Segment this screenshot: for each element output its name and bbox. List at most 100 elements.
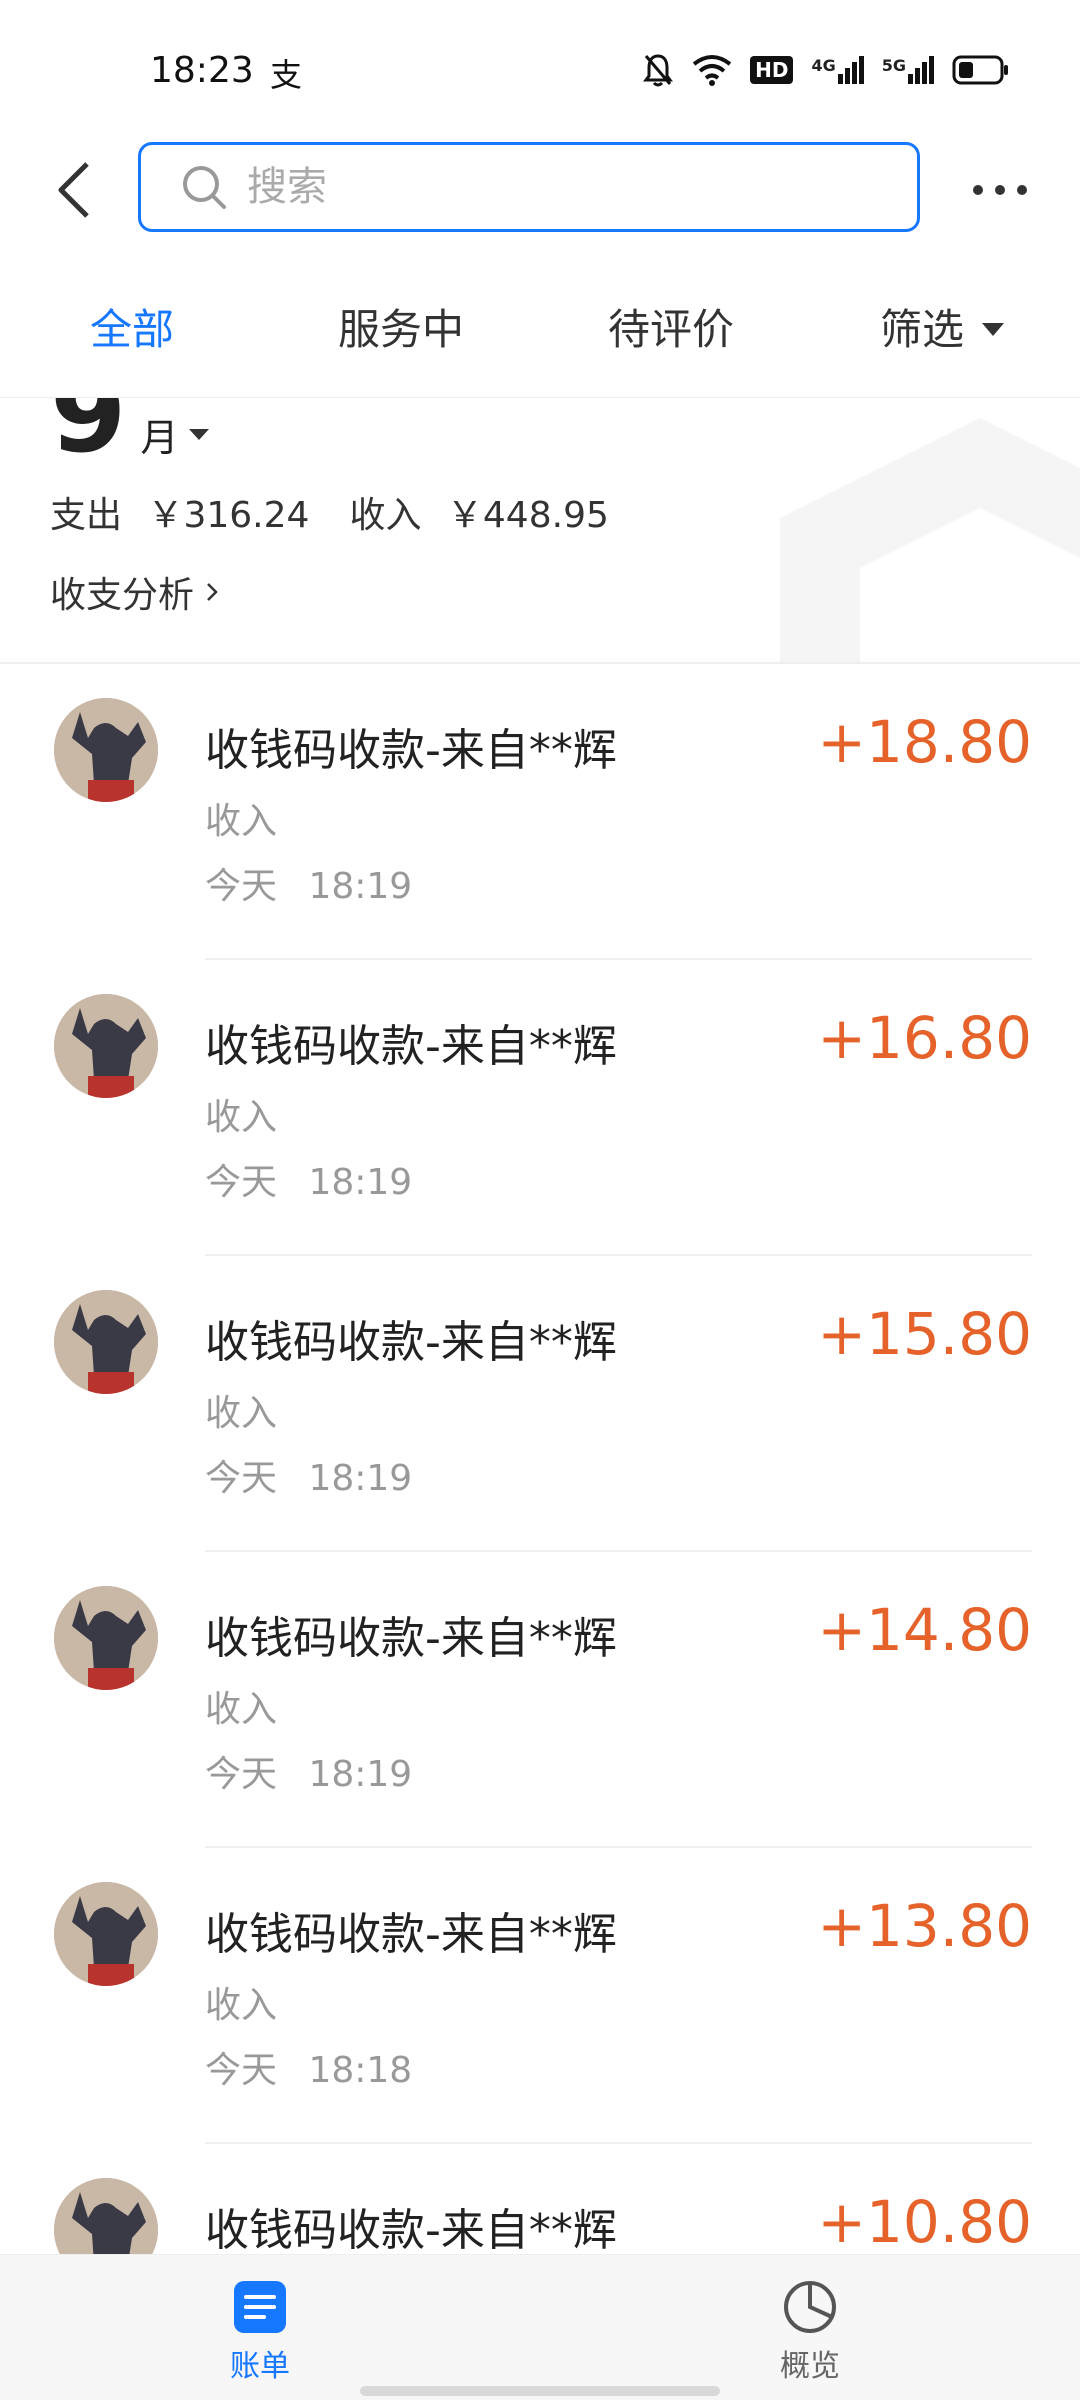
filter-tabs: 全部 服务中 待评价 筛选 xyxy=(0,280,1080,380)
transaction-item[interactable]: 收钱码收款-来自**辉 收入 今天 18:19 +18.80 xyxy=(0,664,1080,960)
bottom-nav: 账单 概览 xyxy=(0,2254,1080,2400)
person-silhouette-icon xyxy=(54,1290,158,1394)
payer-avatar xyxy=(54,2178,158,2254)
transaction-amount: +18.80 xyxy=(817,708,1032,776)
home-indicator[interactable] xyxy=(360,2386,720,2396)
dropdown-triangle-icon xyxy=(982,323,1005,336)
alipay-status-icon: 支 xyxy=(270,56,303,94)
payer-avatar xyxy=(54,1882,158,1986)
tab-in-service[interactable]: 服务中 xyxy=(338,280,464,380)
mute-icon xyxy=(643,54,674,87)
more-icon xyxy=(973,185,1027,195)
status-bar: 18:23 支 HD 4G 5G xyxy=(0,0,1080,130)
transaction-item[interactable]: 收钱码收款-来自**辉 收入 今天 18:19 +16.80 xyxy=(0,960,1080,1256)
nav-overview[interactable]: 概览 xyxy=(780,2279,840,2385)
expense-summary: 支出 ￥316.24 xyxy=(50,486,309,538)
month-dropdown-icon xyxy=(188,428,209,440)
search-icon xyxy=(183,166,226,209)
transaction-datetime: 今天 18:18 xyxy=(205,2041,412,2093)
analysis-link-label: 收支分析 xyxy=(50,575,195,616)
search-input[interactable] xyxy=(247,164,847,210)
expense-label: 支出 xyxy=(50,495,123,536)
transaction-amount: +13.80 xyxy=(817,1892,1032,1960)
transaction-time: 18:19 xyxy=(308,1458,413,1499)
transaction-type: 收入 xyxy=(205,801,278,842)
nav-bill[interactable]: 账单 xyxy=(230,2279,290,2385)
transaction-amount: +10.80 xyxy=(817,2188,1032,2254)
person-silhouette-icon xyxy=(54,2178,158,2254)
header xyxy=(0,130,1080,250)
transaction-date: 今天 xyxy=(205,1162,278,1203)
transaction-amount: +14.80 xyxy=(817,1596,1032,1664)
decorative-background-icon xyxy=(780,418,1080,662)
transaction-time: 18:19 xyxy=(308,1754,413,1795)
status-icons: HD 4G 5G xyxy=(642,52,1010,88)
5g-signal-icon: 5G xyxy=(882,56,934,84)
transaction-item[interactable]: 收钱码收款-来自**辉 +10.80 xyxy=(0,2144,1080,2254)
payer-avatar xyxy=(54,698,158,802)
payer-avatar xyxy=(54,994,158,1098)
tab-all[interactable]: 全部 xyxy=(90,280,174,380)
hd-icon: HD xyxy=(750,56,794,84)
transaction-amount: +16.80 xyxy=(817,1004,1032,1072)
person-silhouette-icon xyxy=(54,1882,158,1986)
income-value: ￥448.95 xyxy=(446,495,609,536)
transaction-time: 18:19 xyxy=(308,866,413,907)
transaction-type: 收入 xyxy=(205,1393,278,1434)
tab-filter[interactable]: 筛选 xyxy=(880,280,1005,380)
transaction-type: 收入 xyxy=(205,1097,278,1138)
transaction-date: 今天 xyxy=(205,1458,278,1499)
transaction-type: 收入 xyxy=(205,1985,278,2026)
income-summary: 收入 ￥448.95 xyxy=(349,486,608,538)
transaction-item[interactable]: 收钱码收款-来自**辉 收入 今天 18:19 +15.80 xyxy=(0,1256,1080,1552)
bill-icon xyxy=(234,2281,286,2333)
expense-value: ￥316.24 xyxy=(147,495,310,536)
month-summary: 9 月 支出 ￥316.24 收入 ￥448.95 收支分析 xyxy=(0,398,1080,662)
income-label: 收入 xyxy=(349,495,422,536)
transaction-date: 今天 xyxy=(205,2050,278,2091)
month-unit-label: 月 xyxy=(140,416,179,460)
battery-icon xyxy=(952,55,1008,85)
transaction-amount: +15.80 xyxy=(817,1300,1032,1368)
transaction-title: 收钱码收款-来自**辉 xyxy=(205,2205,617,2254)
transaction-title: 收钱码收款-来自**辉 xyxy=(205,1613,617,1664)
chevron-right-icon xyxy=(207,583,218,601)
transaction-title: 收钱码收款-来自**辉 xyxy=(205,1021,617,1072)
transaction-date: 今天 xyxy=(205,1754,278,1795)
person-silhouette-icon xyxy=(54,698,158,802)
transaction-time: 18:19 xyxy=(308,1162,413,1203)
transaction-item[interactable]: 收钱码收款-来自**辉 收入 今天 18:18 +13.80 xyxy=(0,1848,1080,2144)
pie-chart-icon xyxy=(784,2281,836,2333)
nav-overview-label: 概览 xyxy=(780,2349,840,2384)
transaction-date: 今天 xyxy=(205,866,278,907)
5g-label: 5G xyxy=(881,56,906,75)
transaction-datetime: 今天 18:19 xyxy=(205,1449,412,1501)
nav-bill-label: 账单 xyxy=(230,2349,290,2384)
transaction-datetime: 今天 18:19 xyxy=(205,1153,412,1205)
transaction-item[interactable]: 收钱码收款-来自**辉 收入 今天 18:19 +14.80 xyxy=(0,1552,1080,1848)
analysis-link[interactable]: 收支分析 xyxy=(50,566,218,618)
payer-avatar xyxy=(54,1290,158,1394)
payer-avatar xyxy=(54,1586,158,1690)
search-box[interactable] xyxy=(138,142,920,232)
tab-filter-label: 筛选 xyxy=(880,305,965,354)
transaction-datetime: 今天 18:19 xyxy=(205,857,412,909)
transaction-title: 收钱码收款-来自**辉 xyxy=(205,725,617,776)
transaction-type: 收入 xyxy=(205,1689,278,1730)
transaction-list[interactable]: 收钱码收款-来自**辉 收入 今天 18:19 +18.80 收钱码收款-来自*… xyxy=(0,664,1080,2254)
transaction-title: 收钱码收款-来自**辉 xyxy=(205,1317,617,1368)
back-button[interactable] xyxy=(40,150,110,230)
back-arrow-icon xyxy=(58,162,89,218)
person-silhouette-icon xyxy=(54,994,158,1098)
tab-pending-review[interactable]: 待评价 xyxy=(608,280,734,380)
status-time: 18:23 xyxy=(150,50,254,91)
more-button[interactable] xyxy=(960,150,1040,230)
transaction-time: 18:18 xyxy=(308,2050,413,2091)
month-unit: 月 xyxy=(141,407,209,462)
person-silhouette-icon xyxy=(54,1586,158,1690)
transaction-datetime: 今天 18:19 xyxy=(205,1745,412,1797)
month-selector[interactable]: 9 月 xyxy=(50,398,209,468)
4g-label: 4G xyxy=(811,56,836,75)
4g-signal-icon: 4G xyxy=(811,56,864,84)
month-number: 9 xyxy=(50,398,127,477)
